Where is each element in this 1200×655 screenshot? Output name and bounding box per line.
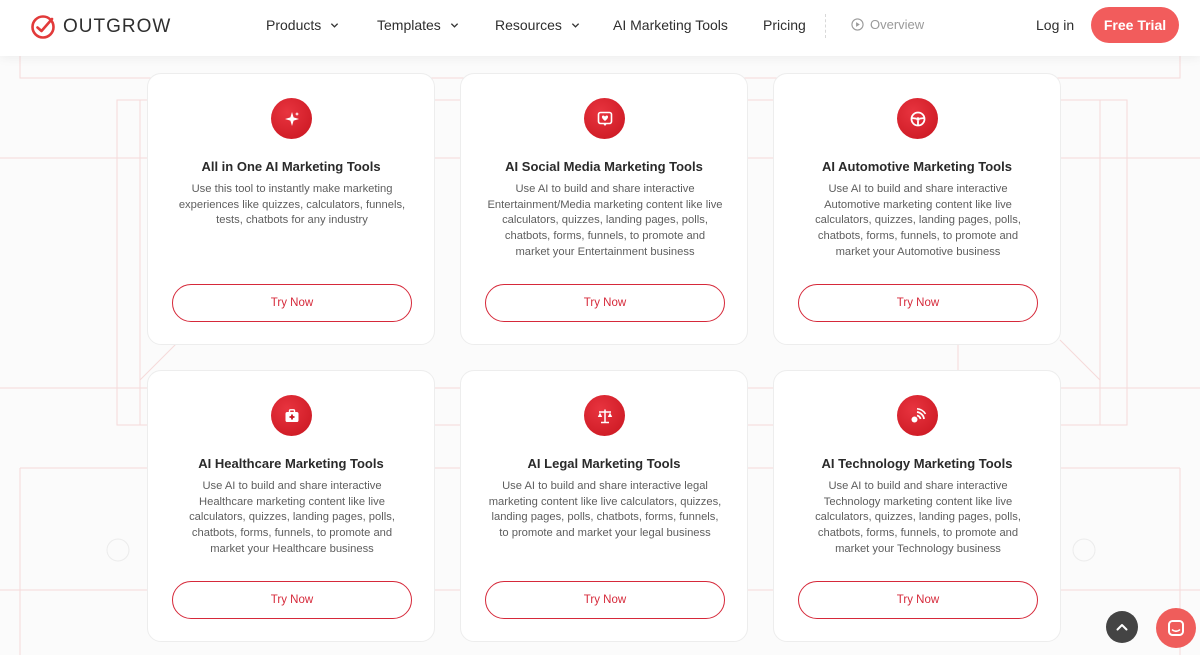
chevron-down-icon [450, 22, 458, 28]
card-title: AI Technology Marketing Tools [821, 456, 1013, 471]
nav-ai-marketing-tools[interactable]: AI Marketing Tools [613, 17, 728, 33]
try-now-button[interactable]: Try Now [172, 581, 412, 619]
card-healthcare: AI Healthcare Marketing Tools Use AI to … [147, 370, 435, 642]
try-now-button[interactable]: Try Now [798, 581, 1038, 619]
signal-icon [897, 395, 938, 436]
card-automotive: AI Automotive Marketing Tools Use AI to … [773, 73, 1061, 345]
try-now-button[interactable]: Try Now [485, 581, 725, 619]
card-description: Use AI to build and share interactive He… [189, 480, 395, 555]
card-description: Use AI to build and share interactive Te… [815, 480, 1021, 555]
heart-chat-icon [584, 98, 625, 139]
nav-divider [825, 14, 826, 38]
brand-name: OUTGROW [63, 16, 172, 37]
chat-icon [1168, 620, 1184, 636]
outgrow-logo-icon [31, 15, 55, 39]
card-title: All in One AI Marketing Tools [201, 159, 381, 174]
card-description: Use AI to build and share interactive Au… [815, 183, 1021, 258]
scales-icon [584, 395, 625, 436]
chevron-down-icon [331, 22, 339, 28]
card-title: AI Healthcare Marketing Tools [198, 456, 384, 471]
card-social-media: AI Social Media Marketing Tools Use AI t… [460, 73, 748, 345]
try-now-button[interactable]: Try Now [485, 284, 725, 322]
outgrow-logo[interactable]: OUTGROW [30, 12, 171, 42]
overview-link[interactable]: Overview [851, 17, 924, 32]
nav-resources[interactable]: Resources [495, 17, 580, 33]
nav-products[interactable]: Products [266, 17, 339, 33]
scroll-to-top-button[interactable] [1106, 611, 1138, 643]
steering-wheel-icon [897, 98, 938, 139]
nav-pricing[interactable]: Pricing [763, 17, 806, 33]
overview-label: Overview [870, 17, 925, 32]
play-circle-icon [851, 18, 864, 31]
top-navigation-bar: OUTGROW Products Templates Resources AI … [0, 0, 1200, 56]
sparkles-icon [271, 98, 312, 139]
card-description: Use AI to build and share interactive En… [487, 183, 723, 258]
card-description: Use AI to build and share interactive le… [488, 480, 722, 540]
card-technology: AI Technology Marketing Tools Use AI to … [773, 370, 1061, 642]
nav-templates[interactable]: Templates [377, 17, 459, 33]
card-description: Use this tool to instantly make marketin… [178, 183, 406, 227]
nav-products-label: Products [266, 17, 322, 33]
card-all-in-one: All in One AI Marketing Tools Use this t… [147, 73, 435, 345]
card-title: AI Social Media Marketing Tools [505, 159, 703, 174]
nav-resources-label: Resources [495, 17, 562, 33]
nav-templates-label: Templates [377, 17, 441, 33]
card-legal: AI Legal Marketing Tools Use AI to build… [460, 370, 748, 642]
chevron-down-icon [571, 22, 580, 28]
try-now-button[interactable]: Try Now [798, 284, 1038, 322]
chevron-up-icon [1116, 624, 1128, 631]
medical-kit-icon [271, 395, 312, 436]
free-trial-button[interactable]: Free Trial [1091, 7, 1179, 43]
chat-widget-button[interactable] [1156, 608, 1196, 648]
card-title: AI Legal Marketing Tools [527, 456, 681, 471]
try-now-button[interactable]: Try Now [172, 284, 412, 322]
card-title: AI Automotive Marketing Tools [822, 159, 1012, 174]
login-link[interactable]: Log in [1036, 17, 1074, 33]
